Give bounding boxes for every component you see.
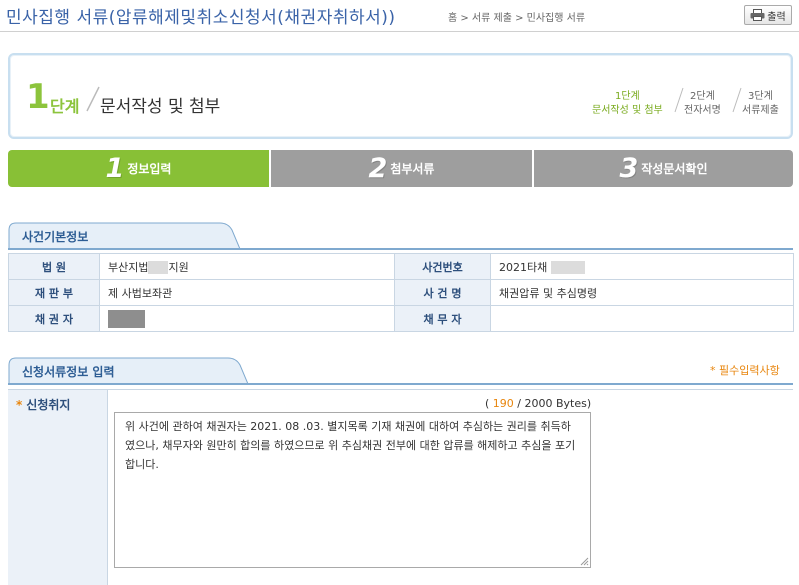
tab-label: 작성문서확인 [641, 162, 708, 176]
debtor-label: 채 무 자 [394, 305, 491, 332]
court-value: 부산지법 지원 [99, 253, 395, 280]
tab-number: 1 [105, 153, 125, 184]
tab-number: 2 [368, 153, 388, 184]
table-row: 법 원 부산지법 지원 사건번호 2021타채 [8, 253, 794, 280]
tab-info-input[interactable]: 1 정보입력 [8, 150, 269, 187]
application-purpose-textarea[interactable]: 위 사건에 관하여 채권자는 2021. 08 .03. 별지목록 기재 채권에… [114, 412, 591, 568]
case-number-label: 사건번호 [394, 253, 491, 280]
case-name-label: 사 건 명 [394, 279, 491, 306]
case-info-table: 법 원 부산지법 지원 사건번호 2021타채 재 판 부 제 사법보좌관 사 건… [8, 253, 794, 332]
mini-step-2: 2단계 전자서명 [684, 91, 721, 116]
step-word: 단계 [50, 97, 80, 116]
creditor-label: 채 권 자 [8, 305, 100, 332]
redacted-block [148, 261, 169, 274]
byte-counter: ( 190 / 2000 Bytes) [485, 397, 592, 410]
mini-divider-slash [674, 87, 684, 113]
section-divider [8, 248, 793, 250]
mini-step-1: 1단계 문서작성 및 첨부 [592, 91, 663, 116]
header-divider [0, 31, 799, 32]
tab-document-review[interactable]: 3 작성문서확인 [534, 150, 793, 187]
redacted-block [108, 309, 145, 328]
tab-label: 정보입력 [127, 162, 172, 176]
redacted-block [550, 261, 585, 274]
step-indicator: 1 단계 문서작성 및 첨부 1단계 문서작성 및 첨부 2단계 전자서명 3단… [8, 53, 793, 139]
application-info-title: 신청서류정보 입력 [22, 365, 115, 379]
creditor-value [99, 305, 395, 332]
court-label: 법 원 [8, 253, 100, 280]
tab-attachments[interactable]: 2 첨부서류 [271, 150, 532, 187]
debtor-value [490, 305, 794, 332]
mini-step-3: 3단계 서류제출 [742, 91, 779, 116]
case-info-title: 사건기본정보 [22, 230, 89, 244]
case-info-section-header: 사건기본정보 [8, 222, 242, 250]
resize-grip-icon[interactable] [580, 557, 589, 566]
application-info-section-header: 신청서류정보 입력 [8, 357, 250, 385]
table-row: 채 권 자 채 무 자 [8, 305, 794, 332]
step-name: 문서작성 및 첨부 [100, 97, 221, 117]
application-form: * 신청취지 ( 190 / 2000 Bytes) 위 사건에 관하여 채권자는… [8, 389, 793, 585]
tab-label: 첨부서류 [390, 162, 435, 176]
field-label-cell: * 신청취지 [8, 390, 108, 585]
page-title: 민사집행 서류(압류해제및취소신청서(채권자취하서)) [6, 8, 396, 28]
mini-divider-slash [732, 87, 742, 113]
print-button[interactable]: 출력 [744, 5, 792, 25]
application-purpose-label: * 신청취지 [16, 398, 71, 412]
print-label: 출력 [767, 11, 786, 23]
table-row: 재 판 부 제 사법보좌관 사 건 명 채권압류 및 추심명령 [8, 279, 794, 306]
division-label: 재 판 부 [8, 279, 100, 306]
division-value: 제 사법보좌관 [99, 279, 395, 306]
section-divider [8, 383, 793, 385]
required-field-note: * 필수입력사항 [710, 364, 780, 377]
case-number-value: 2021타채 [490, 253, 794, 280]
tab-number: 3 [619, 153, 639, 184]
step-number: 1 [26, 77, 50, 117]
page-header: 민사집행 서류(압류해제및취소신청서(채권자취하서)) 홈 > 서류 제출 > … [0, 0, 799, 34]
step-divider-slash [86, 86, 100, 112]
case-name-value: 채권압류 및 추심명령 [490, 279, 794, 306]
process-tabs: 1 정보입력 2 첨부서류 3 작성문서확인 [8, 150, 793, 187]
textarea-content: 위 사건에 관하여 채권자는 2021. 08 .03. 별지목록 기재 채권에… [125, 420, 576, 471]
breadcrumb: 홈 > 서류 제출 > 민사집행 서류 [448, 13, 586, 24]
printer-icon [750, 9, 765, 21]
